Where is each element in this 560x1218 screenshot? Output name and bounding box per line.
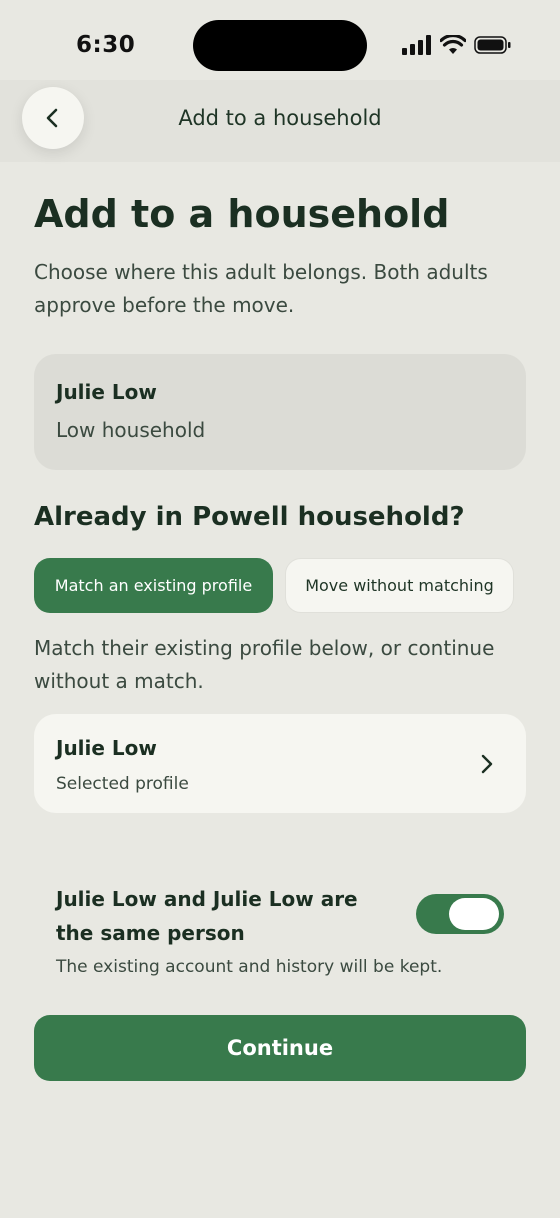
page-title: Add to a household [34, 192, 450, 236]
selected-profile-card[interactable]: Julie Low Selected profile [34, 714, 526, 813]
chevron-right-icon [481, 754, 493, 774]
battery-icon [474, 36, 511, 54]
continue-button[interactable]: Continue [34, 1015, 526, 1081]
same-person-description: The existing account and history will be… [56, 957, 443, 977]
nav-header: Add to a household [0, 80, 560, 162]
dynamic-island [193, 20, 367, 71]
screen: 6:30 Add to a household Add to a househo… [0, 0, 560, 1218]
header-title: Add to a household [178, 106, 382, 130]
status-icons [402, 35, 512, 55]
wifi-icon [440, 35, 466, 54]
move-without-matching-button[interactable]: Move without matching [285, 558, 514, 613]
section-title: Already in Powell household? [34, 502, 465, 532]
profile-subtitle: Selected profile [56, 774, 189, 794]
helper-text: Match their existing profile below, or c… [34, 636, 495, 693]
current-household-name: Low household [56, 418, 206, 442]
same-person-toggle[interactable] [416, 894, 504, 934]
same-person-title: Julie Low and Julie Low are the same per… [56, 887, 358, 945]
profile-name: Julie Low [56, 736, 157, 760]
cellular-signal-icon [402, 35, 431, 55]
intro-text: Choose where this adult belongs. Both ad… [34, 260, 488, 317]
match-existing-profile-button[interactable]: Match an existing profile [34, 558, 273, 613]
current-person-name: Julie Low [56, 380, 157, 404]
toggle-knob [449, 898, 499, 930]
status-bar: 6:30 [0, 0, 560, 90]
status-time: 6:30 [76, 32, 136, 58]
current-household-card: Julie Low Low household [34, 354, 526, 470]
